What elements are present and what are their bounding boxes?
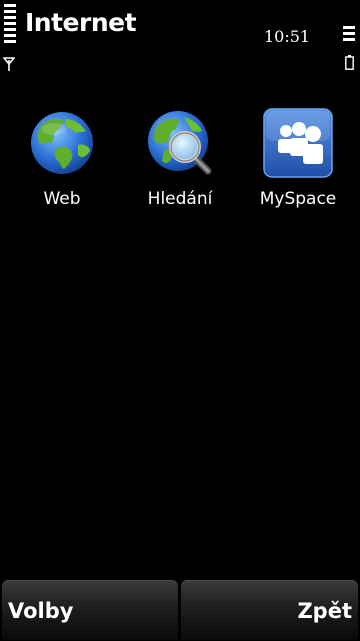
options-softkey[interactable]: Volby [2, 580, 178, 640]
app-search[interactable]: Hledání [125, 100, 235, 209]
battery-icon [345, 55, 354, 70]
app-web[interactable]: Web [7, 100, 117, 209]
battery-level-icon [343, 26, 355, 44]
softkey-bar: Volby Zpět [0, 578, 360, 640]
status-bar: Internet 10:51 [0, 0, 360, 80]
app-web-label: Web [43, 189, 81, 209]
signal-strength-icon [4, 4, 16, 46]
page-title: Internet [25, 8, 137, 37]
antenna-icon [3, 57, 15, 71]
app-search-label: Hledání [147, 189, 213, 209]
app-myspace-label: MySpace [259, 189, 337, 209]
myspace-icon [263, 108, 333, 178]
globe-icon [31, 112, 93, 174]
app-myspace[interactable]: MySpace [243, 100, 353, 209]
globe-search-icon [148, 111, 212, 175]
back-softkey[interactable]: Zpět [181, 580, 358, 640]
clock: 10:51 [264, 27, 311, 46]
